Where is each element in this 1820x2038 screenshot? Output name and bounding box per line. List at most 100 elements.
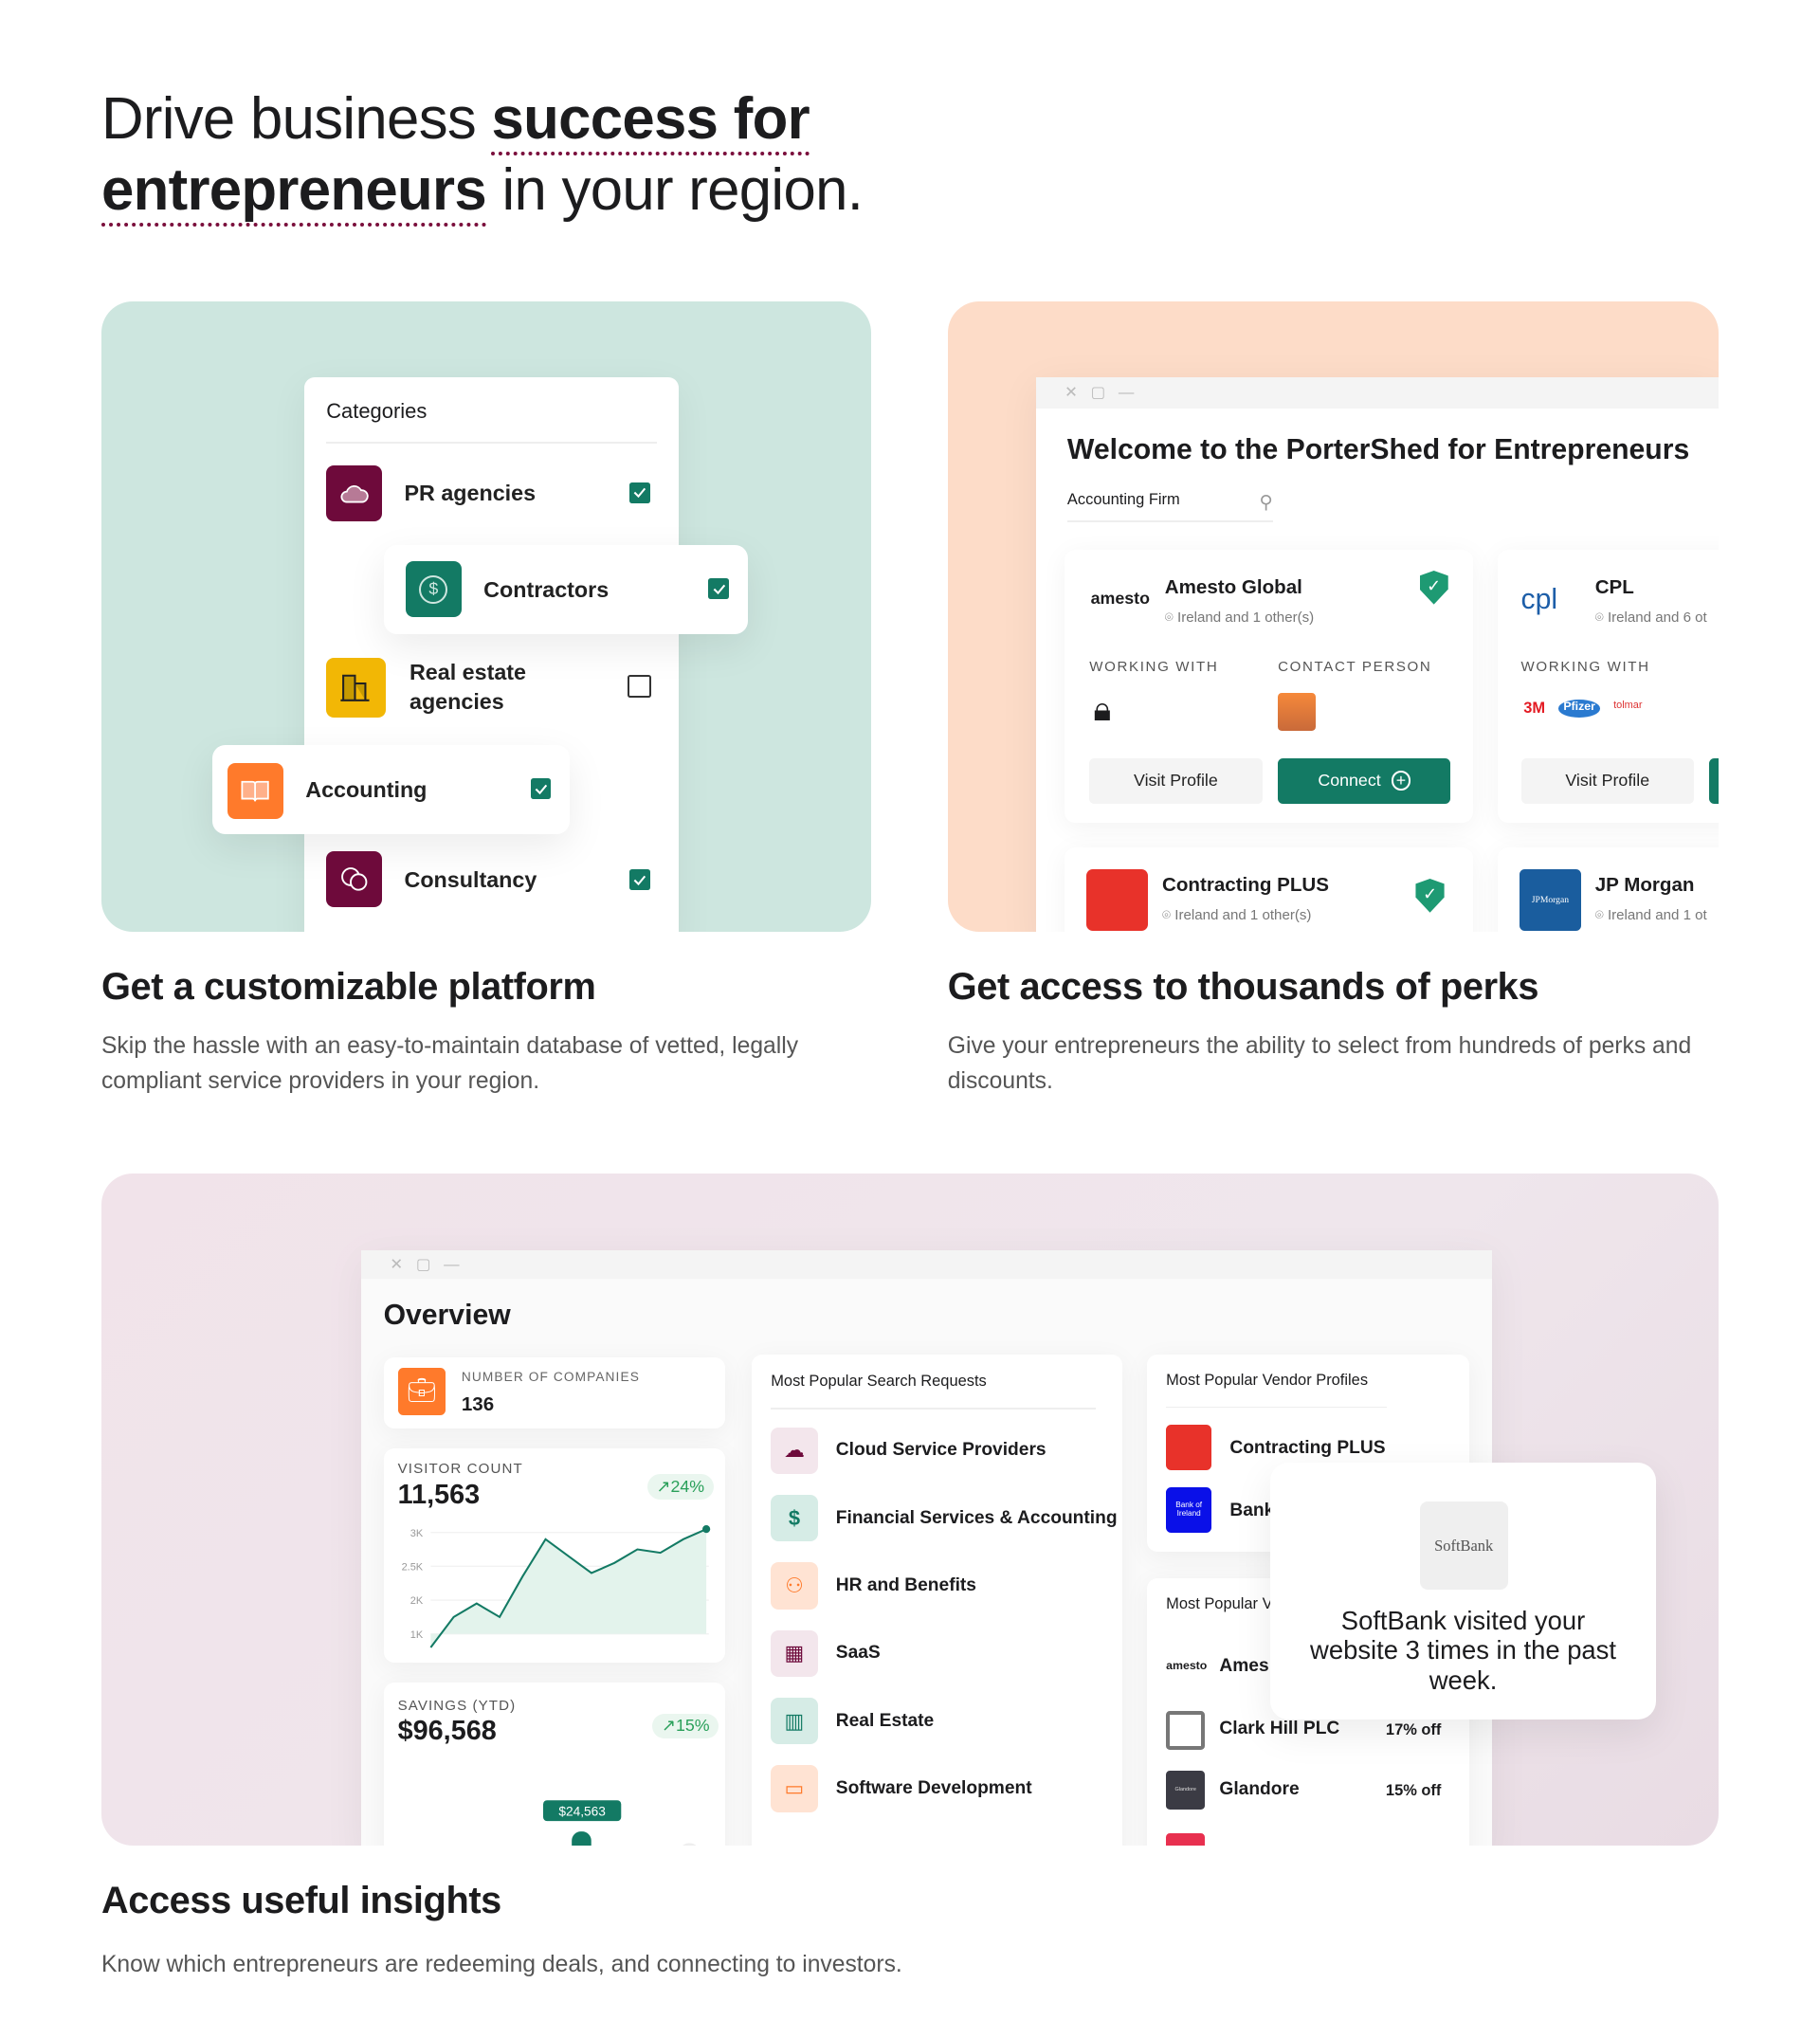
notification-text: SoftBank visited your website 3 times in… xyxy=(1310,1605,1616,1695)
working-with-label: WORKING WITH xyxy=(1520,659,1650,676)
overview-title: Overview xyxy=(383,1300,511,1332)
companies-value: 136 xyxy=(461,1393,495,1416)
maximize-icon[interactable]: ▢ xyxy=(1091,383,1106,402)
window-controls: ✕ ▢ — xyxy=(1036,376,1720,409)
app-window: ✕ ▢ — Welcome to the PorterShed for Entrep… xyxy=(1036,376,1720,933)
contracting-plus-logo xyxy=(1086,869,1148,931)
perk-item[interactable]: Ames xyxy=(1219,1656,1268,1677)
vendor-item[interactable]: Bank xyxy=(1229,1501,1274,1521)
search-request-item[interactable]: ▦ SaaS xyxy=(771,1620,1121,1687)
search-request-item[interactable]: $ Financial Services & Accounting xyxy=(771,1484,1121,1552)
vendor-location: ⌾ Ireland and 1 ot xyxy=(1594,907,1707,924)
savings-value: $96,568 xyxy=(397,1716,497,1747)
category-checkbox[interactable] xyxy=(708,578,730,600)
vendor-location: ⌾ Ireland and 6 ot xyxy=(1594,610,1707,627)
search-request-label: Software Development xyxy=(835,1778,1032,1799)
perk-item[interactable]: Glandore xyxy=(1219,1779,1299,1800)
visitor-value: 11,563 xyxy=(397,1479,481,1510)
category-checkbox[interactable] xyxy=(628,674,652,699)
savings-stat: SAVINGS (YTD) $96,568 ↗15% $24,563 xyxy=(383,1682,726,1847)
connect-button[interactable]: Connect + xyxy=(1278,757,1451,804)
close-icon[interactable]: ✕ xyxy=(390,1255,403,1274)
partner-logos: 3M Pfizer tolmar xyxy=(1523,699,1643,718)
contact-person-label: CONTACT PERSON xyxy=(1278,659,1432,676)
minimize-icon[interactable]: — xyxy=(1119,384,1134,402)
book-icon xyxy=(227,763,283,819)
laptop-icon: ▭ xyxy=(771,1765,818,1812)
window-title: Welcome to the PorterShed for Entreprene… xyxy=(1066,434,1690,466)
contact-avatar xyxy=(1278,692,1316,731)
search-value: Accounting Firm xyxy=(1066,491,1180,509)
visit-profile-button[interactable]: Visit Profile xyxy=(1520,757,1694,804)
savings-label: SAVINGS (YTD) xyxy=(397,1698,517,1715)
lock-icon: 🔒︎ xyxy=(1093,690,1112,729)
search-request-label: SaaS xyxy=(835,1643,881,1664)
connect-button[interactable] xyxy=(1709,757,1720,804)
vendor-card: cpl CPL ⌾ Ireland and 6 ot WORKING WITH … xyxy=(1497,550,1720,824)
vendor-location: ⌾ Ireland and 1 other(s) xyxy=(1162,907,1312,924)
search-request-item[interactable]: ☁ Cloud Service Providers xyxy=(771,1417,1121,1484)
close-icon[interactable]: ✕ xyxy=(1065,383,1078,402)
amesto-logo: amesto xyxy=(1166,1658,1208,1672)
category-label: Real estate agencies xyxy=(409,659,527,715)
search-icon[interactable]: ⚲ xyxy=(1260,491,1273,520)
softbank-notification[interactable]: SoftBank SoftBank visited your website 3… xyxy=(1269,1462,1657,1720)
search-request-label: Real Estate xyxy=(835,1710,935,1731)
categories-panel: Categories xyxy=(303,376,679,933)
vendor-name: CPL xyxy=(1594,575,1634,598)
search-request-label: HR and Benefits xyxy=(835,1575,976,1596)
vendor-location: ⌾ Ireland and 1 other(s) xyxy=(1164,610,1315,627)
discount: 15% off xyxy=(1385,1782,1442,1800)
perks-panel-title: Most Popular V xyxy=(1166,1594,1273,1612)
clark-hill-logo xyxy=(1166,1710,1206,1750)
visit-profile-button[interactable]: Visit Profile xyxy=(1089,757,1263,804)
category-checkbox[interactable] xyxy=(628,482,650,503)
bank-of-ireland-logo: Bank of Ireland xyxy=(1166,1486,1212,1533)
dollar-icon: $ xyxy=(405,561,462,618)
perk-item[interactable]: Clark Hill PLC xyxy=(1219,1719,1339,1739)
minimize-icon[interactable]: — xyxy=(444,1256,459,1274)
savings-bar[interactable] xyxy=(680,1843,700,1847)
softbank-logo: SoftBank xyxy=(1419,1501,1508,1591)
bar-tooltip-label: $24,563 xyxy=(558,1805,606,1819)
search-request-item[interactable]: ⚇ HR and Benefits xyxy=(771,1552,1121,1619)
savings-bar-chart: $24,563 xyxy=(542,1800,700,1847)
platform-card: Categories PR agencies $ Contractors Rea… xyxy=(100,301,871,933)
visitor-line-chart: 3K 2.5K 2K 1K xyxy=(401,1525,710,1648)
vendor-logo: cpl xyxy=(1520,583,1558,615)
companies-label: NUMBER OF COMPANIES xyxy=(461,1370,640,1385)
perks-title: Get access to thousands of perks xyxy=(947,965,1539,1008)
discount: 17% off xyxy=(1385,1720,1442,1738)
categories-title: Categories xyxy=(326,399,428,423)
y-tick-label: 2.5K xyxy=(401,1562,423,1574)
briefcase-icon: 💼︎ xyxy=(397,1367,446,1416)
cloud-icon xyxy=(326,464,383,521)
savings-change-badge: ↗15% xyxy=(652,1713,719,1738)
search-requests-panel: Most Popular Search Requests ☁ Cloud Serv… xyxy=(751,1355,1122,1847)
perks-card: ✕ ▢ — Welcome to the PorterShed for Entrep… xyxy=(947,301,1720,933)
visitor-change-badge: ↗24% xyxy=(646,1474,714,1500)
contracting-plus-logo xyxy=(1166,1425,1212,1471)
category-label: Accounting xyxy=(305,777,428,803)
people-icon: ⚇ xyxy=(771,1562,818,1610)
search-requests-title: Most Popular Search Requests xyxy=(771,1373,987,1391)
chat-icon xyxy=(326,851,383,908)
search-request-label: Financial Services & Accounting xyxy=(835,1507,1118,1528)
category-checkbox[interactable] xyxy=(628,869,650,891)
hero-heading: Drive business success for entrepreneurs … xyxy=(100,83,864,227)
vendor-profiles-title: Most Popular Vendor Profiles xyxy=(1166,1371,1369,1389)
category-label: Consultancy xyxy=(404,866,537,892)
search-input[interactable]: Accounting Firm ⚲ xyxy=(1066,491,1273,523)
search-request-item[interactable]: ▥ Real Estate xyxy=(771,1687,1121,1755)
maximize-icon[interactable]: ▢ xyxy=(416,1255,431,1274)
search-requests-list: ☁ Cloud Service Providers $ Financial Servi… xyxy=(771,1417,1121,1823)
category-checkbox[interactable] xyxy=(530,778,552,800)
vendor-name: Amesto Global xyxy=(1164,575,1302,598)
y-tick-label: 1K xyxy=(410,1629,423,1641)
savings-bar[interactable] xyxy=(571,1831,592,1847)
vendor-item[interactable]: Contracting PLUS xyxy=(1229,1438,1385,1459)
search-request-item[interactable]: ▭ Software Development xyxy=(771,1755,1121,1822)
plus-circle-icon: + xyxy=(1391,771,1411,791)
y-tick-label: 3K xyxy=(410,1528,423,1539)
visitor-label: VISITOR COUNT xyxy=(397,1461,523,1478)
